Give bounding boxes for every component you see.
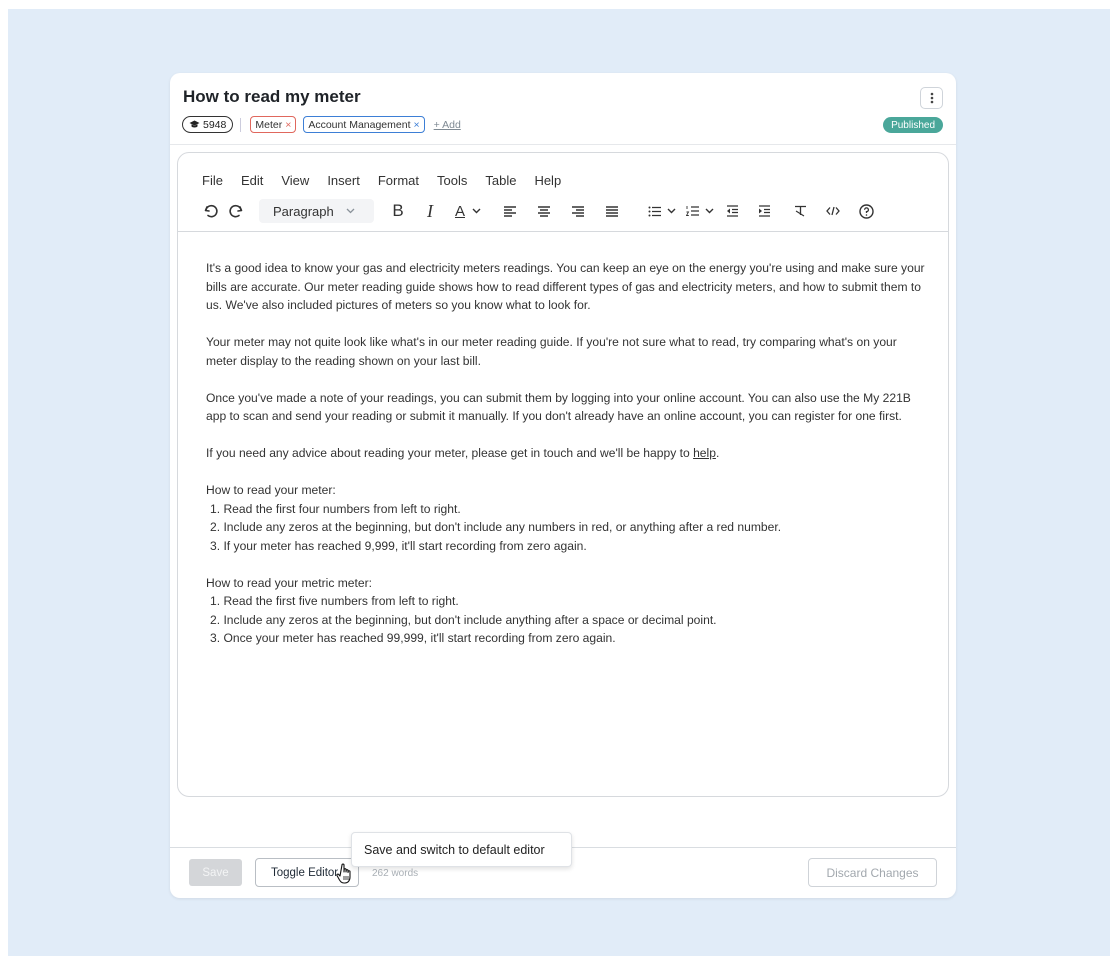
list-item: 3. Once your meter has reached 99,999, i…: [206, 629, 926, 648]
menu-tools[interactable]: Tools: [437, 173, 467, 188]
editor-toolbar: Paragraph B I A: [201, 198, 876, 224]
paragraph-text: .: [716, 446, 719, 460]
meter-instructions: How to read your meter: 1. Read the firs…: [206, 481, 926, 555]
editor-menubar: File Edit View Insert Format Tools Table…: [202, 173, 579, 188]
list-item: 2. Include any zeros at the beginning, b…: [206, 611, 926, 630]
help-link[interactable]: help: [693, 446, 716, 460]
help-icon: [859, 204, 874, 219]
editor-content[interactable]: It's a good idea to know your gas and el…: [206, 259, 926, 648]
indent-button[interactable]: [754, 198, 774, 224]
outdent-button[interactable]: [722, 198, 742, 224]
clear-formatting-button[interactable]: [790, 198, 810, 224]
hand-cursor-icon: [336, 863, 354, 885]
align-center-icon: [537, 205, 551, 217]
menu-help[interactable]: Help: [534, 173, 561, 188]
italic-button[interactable]: I: [420, 198, 440, 224]
menu-format[interactable]: Format: [378, 173, 419, 188]
tag-meter[interactable]: Meter ×: [250, 116, 296, 133]
toolbar-divider: [178, 231, 948, 232]
article-title: How to read my meter: [183, 87, 361, 107]
source-code-button[interactable]: [823, 198, 843, 224]
undo-icon: [203, 203, 219, 219]
clear-format-icon: [794, 205, 807, 217]
align-left-button[interactable]: [500, 198, 520, 224]
list-item: 1. Read the first five numbers from left…: [206, 592, 926, 611]
article-id: 5948: [203, 119, 226, 131]
align-justify-button[interactable]: [602, 198, 622, 224]
numbered-list-button[interactable]: [684, 198, 716, 224]
status-badge: Published: [883, 117, 943, 133]
chevron-down-icon: [346, 206, 355, 217]
redo-button[interactable]: [225, 198, 247, 224]
source-code-icon: [826, 206, 840, 216]
align-right-icon: [571, 205, 585, 217]
menu-file[interactable]: File: [202, 173, 223, 188]
align-justify-icon: [605, 205, 619, 217]
more-options-button[interactable]: [920, 87, 943, 109]
metric-meter-instructions: How to read your metric meter: 1. Read t…: [206, 574, 926, 648]
tag-divider: [240, 118, 241, 132]
bold-icon: B: [392, 201, 403, 221]
help-button[interactable]: [856, 198, 876, 224]
paragraph: Once you've made a note of your readings…: [206, 389, 926, 426]
graduation-cap-icon: [189, 120, 200, 129]
list-item: 1. Read the first four numbers from left…: [206, 500, 926, 519]
article-card: How to read my meter 5948 Meter × Accoun…: [170, 73, 956, 898]
word-count: 262 words: [372, 868, 418, 879]
chevron-down-icon: [472, 208, 481, 214]
numbered-list: 1. Read the first five numbers from left…: [206, 592, 926, 648]
save-button[interactable]: Save: [189, 859, 242, 886]
chevron-down-icon: [705, 208, 714, 214]
rich-text-editor: File Edit View Insert Format Tools Table…: [177, 152, 949, 797]
list-heading: How to read your metric meter:: [206, 574, 926, 593]
paragraph: Your meter may not quite look like what'…: [206, 333, 926, 370]
numbered-list: 1. Read the first four numbers from left…: [206, 500, 926, 556]
text-color-icon: A: [455, 203, 465, 220]
block-format-select[interactable]: Paragraph: [259, 199, 374, 223]
numbered-list-icon: [686, 205, 700, 217]
tag-label: Account Management: [308, 119, 410, 131]
header-divider: [170, 144, 956, 145]
align-center-button[interactable]: [534, 198, 554, 224]
article-id-badge: 5948: [182, 116, 233, 133]
menu-edit[interactable]: Edit: [241, 173, 263, 188]
tag-account-management[interactable]: Account Management ×: [303, 116, 424, 133]
bullet-list-icon: [648, 206, 662, 217]
remove-tag-icon[interactable]: ×: [285, 119, 291, 131]
text-color-button[interactable]: A: [450, 198, 486, 224]
align-right-button[interactable]: [568, 198, 588, 224]
paragraph-text: If you need any advice about reading you…: [206, 446, 693, 460]
add-tag-link[interactable]: + Add: [434, 119, 461, 131]
block-format-value: Paragraph: [273, 204, 334, 219]
paragraph: If you need any advice about reading you…: [206, 444, 926, 463]
bullet-list-button[interactable]: [646, 198, 678, 224]
kebab-menu-icon: [930, 92, 934, 104]
tag-row: 5948 Meter × Account Management × + Add: [182, 116, 461, 133]
list-item: 2. Include any zeros at the beginning, b…: [206, 518, 926, 537]
undo-button[interactable]: [201, 198, 221, 224]
menu-table[interactable]: Table: [485, 173, 516, 188]
list-item: 3. If your meter has reached 9,999, it'l…: [206, 537, 926, 556]
menu-insert[interactable]: Insert: [327, 173, 360, 188]
chevron-down-icon: [667, 208, 676, 214]
discard-changes-button[interactable]: Discard Changes: [808, 858, 937, 887]
tag-label: Meter: [255, 119, 282, 131]
indent-icon: [758, 205, 771, 217]
bold-button[interactable]: B: [388, 198, 408, 224]
tooltip: Save and switch to default editor: [351, 832, 572, 867]
redo-icon: [228, 203, 244, 219]
paragraph: It's a good idea to know your gas and el…: [206, 259, 926, 315]
align-left-icon: [503, 205, 517, 217]
remove-tag-icon[interactable]: ×: [414, 119, 420, 131]
list-heading: How to read your meter:: [206, 481, 926, 500]
menu-view[interactable]: View: [281, 173, 309, 188]
outdent-icon: [726, 205, 739, 217]
italic-icon: I: [427, 201, 433, 222]
